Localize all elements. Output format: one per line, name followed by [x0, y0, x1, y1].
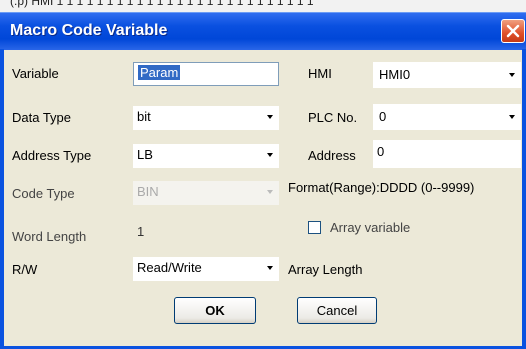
data-type-value: bit [137, 109, 151, 124]
data-type-select[interactable]: bit [133, 106, 279, 130]
chevron-down-icon [509, 115, 515, 119]
background-window-text: (.p) HMI 1 1 1 1 1 1 1 1 1 1 1 1 1 1 1 1… [10, 0, 314, 8]
plc-no-label: PLC No. [308, 110, 358, 125]
window-title: Macro Code Variable [10, 22, 168, 39]
array-variable-checkbox[interactable] [308, 221, 321, 234]
address-input[interactable]: 0 [373, 140, 521, 168]
address-type-label: Address Type [12, 148, 92, 163]
array-variable-label: Array variable [330, 220, 411, 235]
close-icon [506, 24, 520, 38]
rw-select[interactable]: Read/Write [133, 257, 279, 281]
code-type-select: BIN [133, 181, 279, 205]
hmi-select[interactable]: HMI0 [373, 62, 521, 88]
plc-no-select[interactable]: 0 [373, 104, 521, 130]
chevron-down-icon [267, 190, 273, 194]
chevron-down-icon [267, 115, 273, 119]
data-type-label: Data Type [12, 110, 72, 125]
format-range-text: Format(Range):DDDD (0--9999) [288, 180, 475, 195]
close-button[interactable] [501, 19, 525, 43]
hmi-label: HMI [308, 66, 332, 81]
word-length-input: 1 [133, 219, 279, 247]
variable-label: Variable [12, 66, 59, 81]
array-length-input [396, 256, 521, 282]
rw-value: Read/Write [137, 260, 202, 275]
address-type-value: LB [137, 147, 153, 162]
address-type-select[interactable]: LB [133, 144, 279, 168]
hmi-value: HMI0 [379, 67, 411, 82]
chevron-down-icon [267, 266, 273, 270]
code-type-value: BIN [137, 184, 159, 199]
ok-button[interactable]: OK [174, 297, 256, 324]
variable-input[interactable]: Param [133, 62, 279, 86]
plc-no-value: 0 [379, 109, 387, 124]
title-bar: Macro Code Variable [0, 12, 526, 50]
variable-value: Param [138, 65, 181, 80]
background-window-strip: (.p) HMI 1 1 1 1 1 1 1 1 1 1 1 1 1 1 1 1… [0, 0, 526, 12]
chevron-down-icon [267, 153, 273, 157]
word-length-label: Word Length [12, 229, 87, 244]
window-frame-right [522, 49, 526, 349]
word-length-value: 1 [137, 224, 145, 239]
address-value: 0 [377, 144, 385, 159]
array-length-label: Array Length [288, 262, 363, 277]
cancel-button[interactable]: Cancel [297, 297, 377, 324]
window-frame-left [0, 49, 4, 349]
chevron-down-icon [509, 73, 515, 77]
code-type-label: Code Type [12, 186, 75, 201]
rw-label: R/W [12, 262, 38, 277]
address-label: Address [308, 148, 356, 163]
